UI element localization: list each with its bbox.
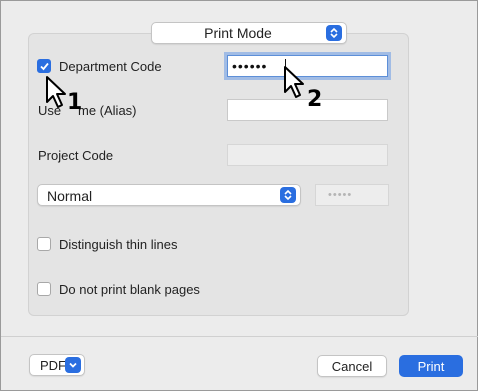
user-name-label-end: me (Alias) xyxy=(78,103,137,118)
project-code-input[interactable] xyxy=(227,144,388,166)
print-dialog: Print Mode Department Code •••••• Use me… xyxy=(0,0,478,391)
print-mode-label: Print Mode xyxy=(204,25,272,41)
print-type-dropdown[interactable]: Normal xyxy=(37,184,301,206)
distinguish-thin-lines-checkbox[interactable] xyxy=(37,237,51,251)
chevron-down-icon xyxy=(65,357,81,373)
project-code-label: Project Code xyxy=(38,148,114,163)
pdf-menu-button[interactable]: PDF xyxy=(29,354,85,376)
footer-separator xyxy=(1,336,478,337)
callout-number-2: 2 xyxy=(307,87,323,112)
pin-placeholder: ••••• xyxy=(328,189,353,201)
department-code-label: Department Code xyxy=(59,59,162,74)
stepper-icon xyxy=(326,25,342,41)
callout-number-1: 1 xyxy=(67,90,83,115)
department-code-value: •••••• xyxy=(232,58,268,74)
print-button[interactable]: Print xyxy=(399,355,463,377)
print-type-selected: Normal xyxy=(47,188,93,204)
skip-blank-pages-checkbox[interactable] xyxy=(37,282,51,296)
cancel-button[interactable]: Cancel xyxy=(317,355,387,377)
stepper-icon xyxy=(280,187,296,203)
checkmark-icon xyxy=(40,62,49,71)
department-code-checkbox[interactable] xyxy=(37,59,51,73)
skip-blank-pages-label: Do not print blank pages xyxy=(59,282,200,297)
distinguish-thin-lines-label: Distinguish thin lines xyxy=(59,237,178,252)
pdf-label: PDF xyxy=(40,358,66,373)
pin-input[interactable]: ••••• xyxy=(315,184,389,206)
print-mode-select[interactable]: Print Mode xyxy=(151,22,347,44)
